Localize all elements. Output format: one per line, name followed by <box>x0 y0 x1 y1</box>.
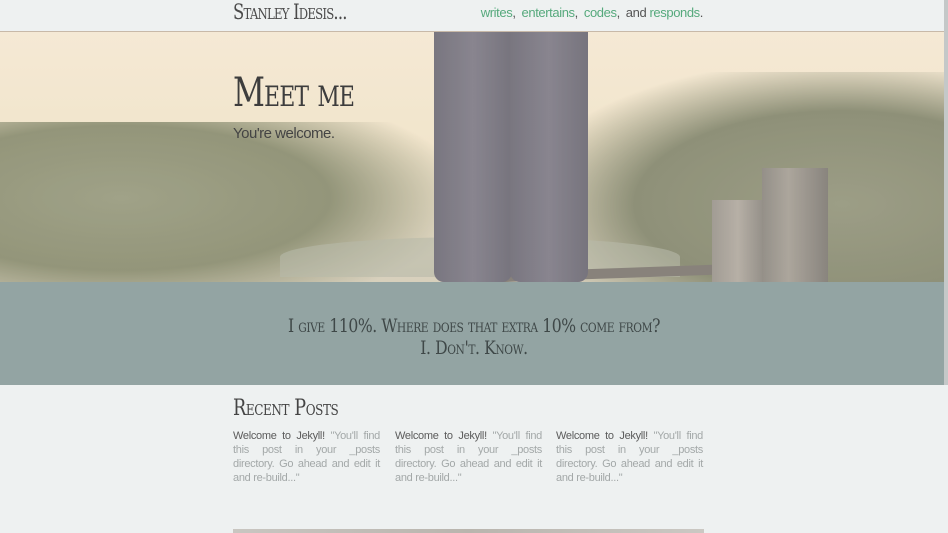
nav-and-text: and <box>625 5 647 20</box>
post-title[interactable]: Welcome to Jekyll! <box>233 430 325 442</box>
quote-line-2: I. Don't. Know. <box>420 337 528 359</box>
post-title[interactable]: Welcome to Jekyll! <box>556 430 648 442</box>
hero-subtitle: You're welcome. <box>233 125 335 142</box>
site-brand[interactable]: Stanley Idesis... <box>233 0 348 24</box>
post-card[interactable]: Welcome to Jekyll! "You'll find this pos… <box>233 429 380 485</box>
post-card[interactable]: Welcome to Jekyll! "You'll find this pos… <box>556 429 703 485</box>
post-card[interactable]: Welcome to Jekyll! "You'll find this pos… <box>395 429 542 485</box>
hero-title: Meet me <box>233 70 355 116</box>
scrollbar[interactable] <box>944 0 948 385</box>
hero-banner: Meet me You're welcome. <box>0 32 948 282</box>
site-header: Stanley Idesis... writes, entertains, code… <box>0 0 948 32</box>
quote-line-1: I give 110%. Where does that extra 10% c… <box>287 315 661 337</box>
recent-posts-heading: Recent Posts <box>233 396 339 421</box>
quote-band: I give 110%. Where does that extra 10% c… <box>0 282 948 385</box>
hero-overlay <box>0 32 948 282</box>
nav-separator: , <box>512 5 516 20</box>
nav-separator: , <box>574 5 579 20</box>
next-section-image-edge <box>233 529 704 533</box>
nav-separator: , <box>616 5 621 20</box>
nav-link-writes[interactable]: writes <box>481 5 513 20</box>
nav-period: . <box>699 5 704 20</box>
nav-link-responds[interactable]: responds <box>650 5 701 20</box>
nav-link-codes[interactable]: codes <box>584 5 617 20</box>
nav-link-entertains[interactable]: entertains <box>522 5 575 20</box>
main-nav: writes, entertains, codes, and responds. <box>481 5 704 20</box>
post-title[interactable]: Welcome to Jekyll! <box>395 430 487 442</box>
